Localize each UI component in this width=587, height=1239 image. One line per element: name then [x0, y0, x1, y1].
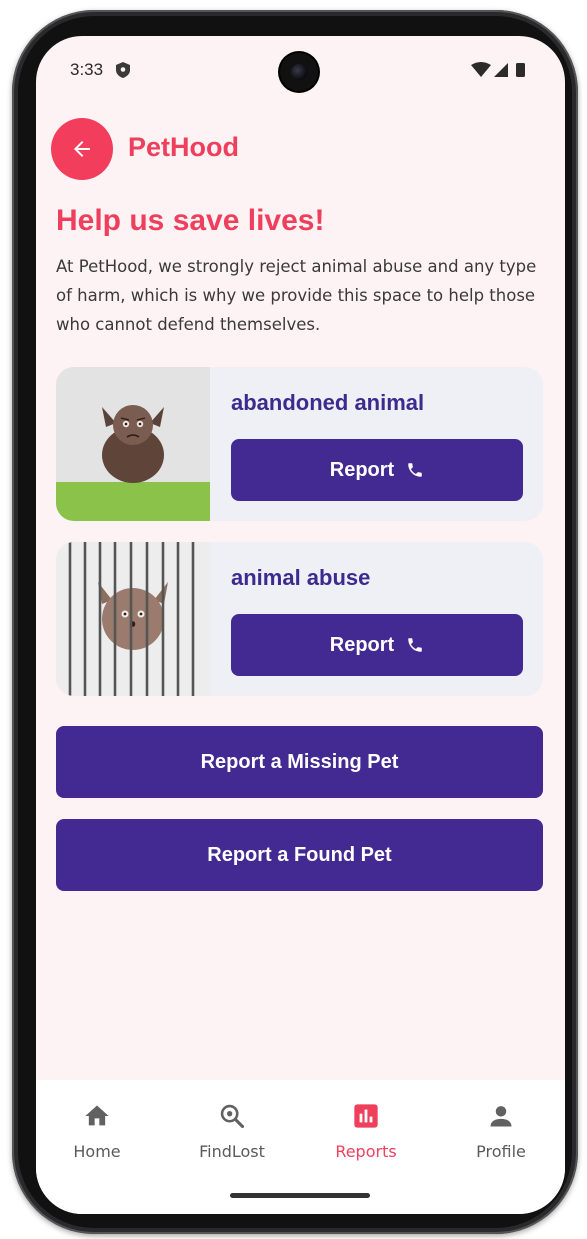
status-bar: 3:33: [36, 36, 565, 108]
phone-icon: [408, 638, 422, 652]
card-title: animal abuse: [231, 565, 371, 590]
report-abuse-button[interactable]: Report: [231, 614, 523, 676]
nav-label: FindLost: [199, 1142, 265, 1161]
nav-item-home[interactable]: Home: [36, 1080, 163, 1180]
abandoned-animal-illustration: [56, 367, 210, 521]
bar-chart-icon: [354, 1104, 378, 1128]
system-status-icons: [471, 62, 525, 77]
front-camera: [280, 53, 318, 91]
animal-abuse-illustration: [56, 542, 210, 696]
nav-label: Home: [73, 1142, 121, 1161]
report-abandoned-button[interactable]: Report: [231, 439, 523, 501]
nav-item-findlost[interactable]: FindLost: [166, 1080, 298, 1180]
battery-icon: [516, 63, 525, 77]
signal-icon: [494, 63, 508, 77]
app-screen: 3:33 PetHood Help us save lives! At PetH…: [36, 36, 565, 1214]
search-pet-icon: [220, 1104, 245, 1129]
person-icon: [490, 1106, 512, 1127]
home-icon: [85, 1105, 109, 1126]
status-time: 3:33: [70, 60, 104, 79]
nav-item-profile[interactable]: Profile: [435, 1080, 565, 1180]
report-missing-pet-button[interactable]: Report a Missing Pet: [56, 726, 543, 798]
nav-label: Reports: [335, 1142, 397, 1161]
home-indicator[interactable]: [230, 1193, 370, 1198]
card-title: abandoned animal: [231, 390, 425, 415]
nav-item-reports[interactable]: Reports: [300, 1080, 432, 1180]
nav-label: Profile: [476, 1142, 526, 1161]
shield-icon: [116, 62, 130, 78]
report-found-pet-button[interactable]: Report a Found Pet: [56, 819, 543, 891]
app-title: PetHood: [128, 132, 239, 162]
back-button[interactable]: [51, 118, 113, 180]
intro-text: At PetHood, we strongly reject animal ab…: [56, 257, 537, 334]
button-label: Report: [329, 633, 395, 656]
animal-abuse-card: animal abuse Report: [56, 542, 543, 696]
arrow-back-icon: [74, 141, 90, 157]
phone-icon: [408, 463, 422, 477]
wifi-icon: [471, 62, 491, 77]
button-label: Report: [329, 458, 395, 481]
abandoned-animal-card: abandoned animal Report: [56, 367, 543, 521]
page-headline: Help us save lives!: [56, 204, 325, 237]
